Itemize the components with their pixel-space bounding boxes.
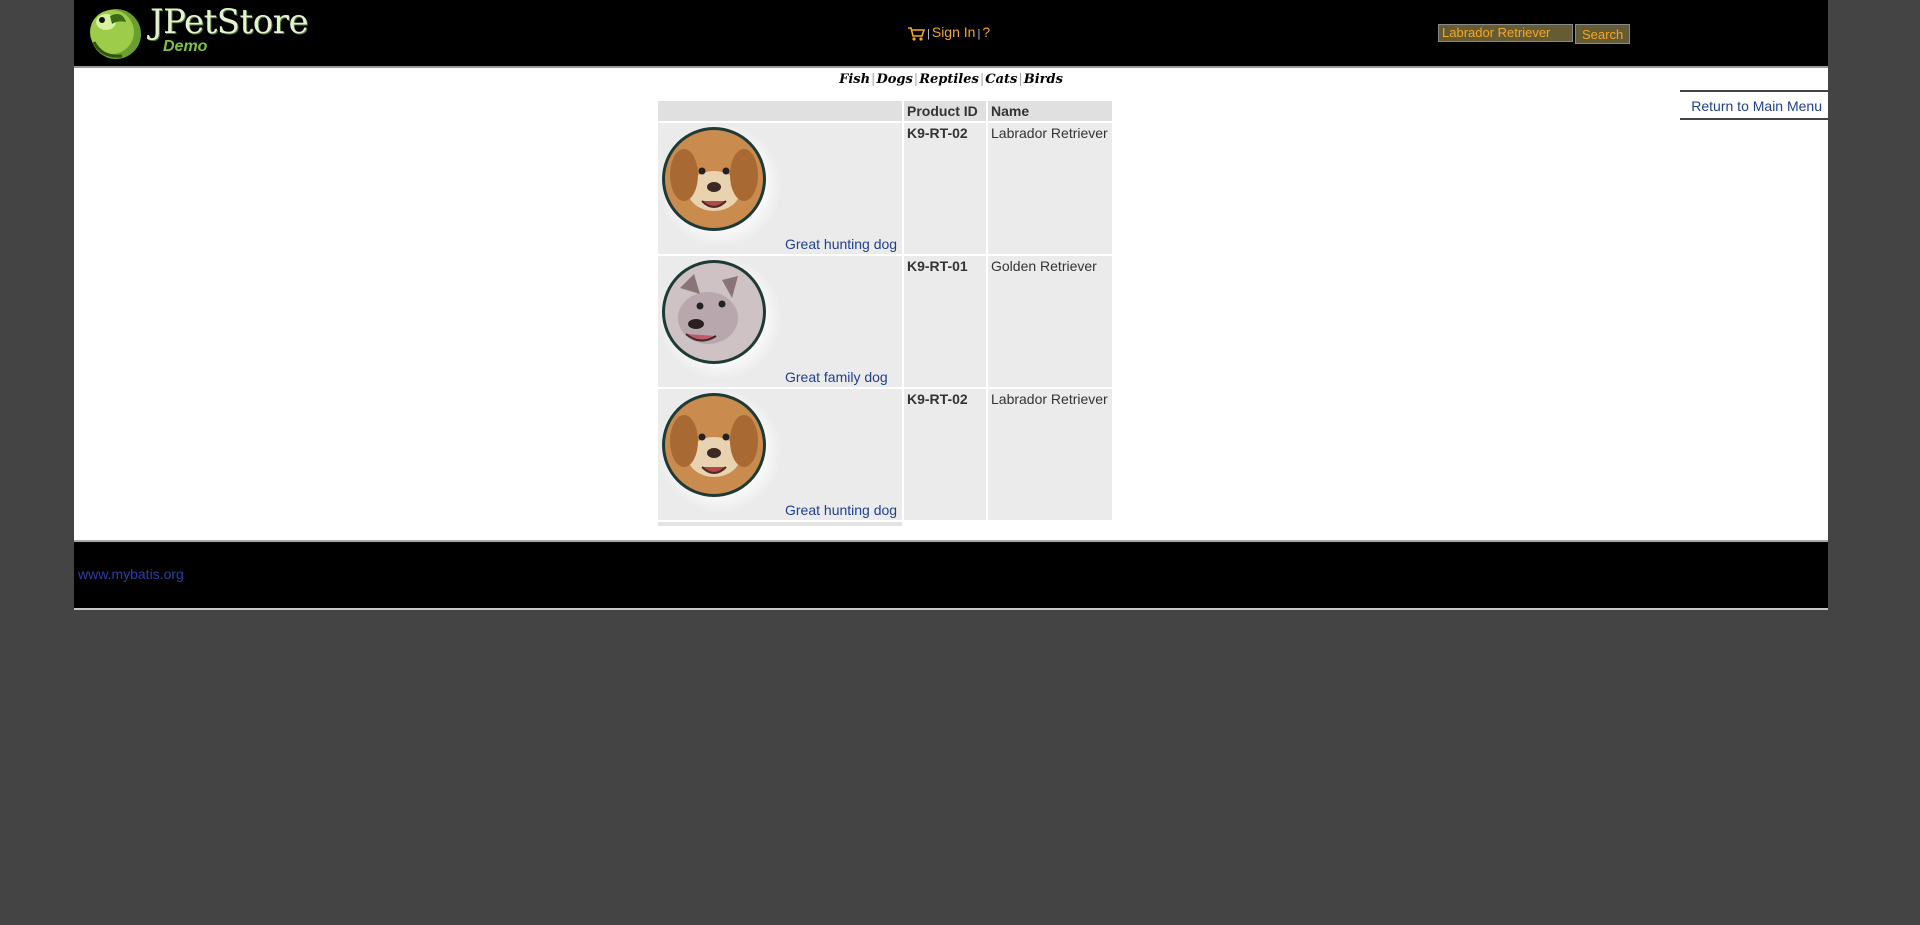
product-image-cell[interactable]: Great family dog <box>658 256 902 387</box>
menu-separator: | <box>977 28 981 40</box>
product-description-link[interactable]: Great hunting dog <box>785 502 897 518</box>
search-input[interactable] <box>1438 24 1573 42</box>
table-header-row: Product ID Name <box>658 101 1112 121</box>
footer: www.mybatis.org <box>74 540 1828 610</box>
product-name-cell: Golden Retriever <box>988 256 1112 387</box>
product-name-cell: Labrador Retriever <box>988 389 1112 520</box>
dog-photo-icon <box>660 125 782 247</box>
header-menu: | Sign In |? <box>907 24 990 45</box>
product-image-cell[interactable]: Great hunting dog <box>658 123 902 254</box>
logo[interactable]: JPetStore Demo <box>82 2 309 62</box>
quicklink-dogs[interactable]: Dogs <box>876 72 912 87</box>
quicklink-fish[interactable]: Fish <box>839 72 870 87</box>
cart-icon[interactable] <box>907 26 926 45</box>
brand-sub: Demo <box>163 38 208 55</box>
header: JPetStore Demo |Sign In|? Search <box>74 0 1828 68</box>
product-name-cell: Labrador Retriever <box>988 123 1112 254</box>
product-table: Product ID Name Great hunting dog K9-RT-… <box>656 99 1114 522</box>
product-id-cell[interactable]: K9-RT-02 <box>904 123 986 254</box>
catalog: Product ID Name Great hunting dog K9-RT-… <box>656 99 1114 526</box>
brand-name: JPetStore <box>150 2 309 42</box>
menu-separator: | <box>927 28 930 40</box>
table-trailing-row <box>658 522 902 526</box>
table-row: Great hunting dog K9-RT-02 Labrador Retr… <box>658 123 1112 254</box>
quicklink-reptiles[interactable]: Reptiles <box>919 72 979 87</box>
table-row: Great hunting dog K9-RT-02 Labrador Retr… <box>658 389 1112 520</box>
quicklink-birds[interactable]: Birds <box>1024 72 1063 87</box>
column-header-name: Name <box>988 101 1112 121</box>
product-id-cell[interactable]: K9-RT-02 <box>904 389 986 520</box>
search-form: Search <box>1438 24 1631 44</box>
product-id-cell[interactable]: K9-RT-01 <box>904 256 986 387</box>
product-image-cell[interactable]: Great hunting dog <box>658 389 902 520</box>
content: Fish|Dogs|Reptiles|Cats|Birds Return to … <box>74 68 1828 540</box>
mybatis-link[interactable]: www.mybatis.org <box>78 566 184 582</box>
parrot-logo-icon <box>90 9 141 59</box>
sign-in-link[interactable]: Sign In <box>932 24 976 40</box>
column-header-product-id: Product ID <box>904 101 986 121</box>
return-to-main-menu-link[interactable]: Return to Main Menu <box>1680 90 1828 120</box>
dog-photo-icon <box>660 391 782 513</box>
quicklink-cats[interactable]: Cats <box>985 72 1017 87</box>
search-button[interactable]: Search <box>1575 24 1631 44</box>
product-description-link[interactable]: Great hunting dog <box>785 236 897 252</box>
help-link[interactable]: ? <box>982 24 990 40</box>
column-header-image <box>658 101 902 121</box>
product-description-link[interactable]: Great family dog <box>785 369 888 385</box>
table-row: Great family dog K9-RT-01 Golden Retriev… <box>658 256 1112 387</box>
category-quicklinks: Fish|Dogs|Reptiles|Cats|Birds <box>839 72 1063 87</box>
dog-photo-icon <box>660 258 782 380</box>
